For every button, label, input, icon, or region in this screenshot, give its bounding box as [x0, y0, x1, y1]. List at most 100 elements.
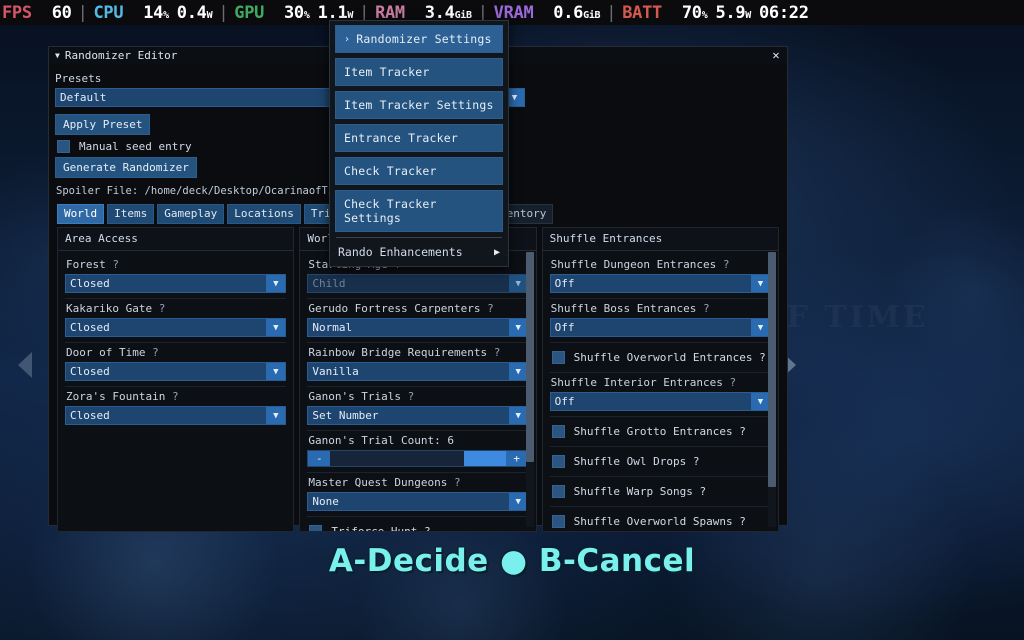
column-body: Shuffle Dungeon Entrances ? Off ▼ Shuffle B… — [543, 251, 778, 531]
select-value: Off — [554, 321, 575, 334]
scrollbar-shuffle[interactable] — [767, 252, 776, 527]
checkbox-triforce-hunt[interactable] — [309, 525, 323, 531]
field-shuffle-interior-entrances: Shuffle Interior Entrances ? Off ▼ — [549, 373, 771, 417]
tab-world[interactable]: World — [57, 204, 105, 224]
select-master-quest-dungeons[interactable]: None ▼ — [307, 492, 529, 511]
chevron-down-icon[interactable]: ▼ — [266, 275, 286, 292]
menu-item-check-tracker[interactable]: Check Tracker — [335, 157, 503, 185]
slider-track[interactable] — [330, 451, 506, 466]
select-ganon-s-trials[interactable]: Set Number ▼ — [307, 406, 529, 425]
select-shuffle-dungeon-entrances[interactable]: Off ▼ — [549, 274, 771, 293]
hud-unit: W — [347, 9, 354, 21]
select-door-of-time[interactable]: Closed ▼ — [65, 362, 287, 381]
checkbox-row-triforce-hunt[interactable]: Triforce Hunt ? — [309, 525, 528, 531]
select-value: Set Number — [312, 409, 379, 422]
prev-page-arrow-icon[interactable] — [18, 352, 32, 378]
tab-items[interactable]: Items — [107, 204, 155, 224]
help-icon[interactable]: ? — [152, 346, 159, 359]
help-icon[interactable]: ? — [494, 346, 501, 359]
hud-value: 14 — [143, 2, 164, 23]
field-shuffle-warp-songs: Shuffle Warp Songs ? — [549, 477, 771, 507]
help-icon[interactable]: ? — [172, 390, 179, 403]
menu-item-randomizer-settings[interactable]: › Randomizer Settings — [335, 25, 503, 53]
hud-item: BATT 70% — [622, 2, 708, 23]
hud-value: 60 — [51, 2, 72, 23]
checkbox-shuffle-warp-songs[interactable] — [551, 485, 565, 498]
menu-item-label: Randomizer Settings — [356, 32, 492, 46]
help-icon[interactable]: ? — [693, 455, 700, 468]
select-rainbow-bridge-requirements[interactable]: Vanilla ▼ — [307, 362, 529, 381]
chevron-down-icon[interactable]: ▼ — [266, 363, 286, 380]
scrollbar-thumb[interactable] — [525, 252, 534, 462]
menu-item-item-tracker-settings[interactable]: Item Tracker Settings — [335, 91, 503, 119]
help-icon[interactable]: ? — [112, 258, 119, 271]
checkbox-row-shuffle-grotto-entrances[interactable]: Shuffle Grotto Entrances ? — [551, 425, 771, 438]
hud-value: 30 — [283, 2, 304, 23]
chevron-right-icon: ▶ — [493, 246, 500, 258]
slider-label: Ganon's Trial Count: 6 — [308, 434, 455, 447]
select-value: None — [312, 495, 339, 508]
select-gerudo-fortress-carpenters[interactable]: Normal ▼ — [307, 318, 529, 337]
select-forest[interactable]: Closed ▼ — [65, 274, 287, 293]
help-icon[interactable]: ? — [723, 258, 730, 271]
select-shuffle-boss-entrances[interactable]: Off ▼ — [549, 318, 771, 337]
column-title: Shuffle Entrances — [542, 228, 778, 251]
generate-randomizer-button[interactable]: Generate Randomizer — [55, 157, 197, 178]
randomizer-dropdown-menu[interactable]: › Randomizer Settings Item Tracker Item Tra… — [329, 20, 509, 267]
hud-unit: GiB — [583, 9, 601, 21]
checkbox-shuffle-overworld-spawns[interactable] — [551, 515, 565, 528]
select-value: Off — [554, 277, 575, 290]
help-icon[interactable]: ? — [487, 302, 494, 315]
slider-handle[interactable] — [463, 451, 506, 466]
tab-gameplay[interactable]: Gameplay — [157, 204, 225, 224]
apply-preset-button[interactable]: Apply Preset — [55, 114, 151, 135]
checkbox-row-shuffle-warp-songs[interactable]: Shuffle Warp Songs ? — [551, 485, 771, 498]
help-icon[interactable]: ? — [759, 351, 766, 364]
hud-label: BATT — [622, 2, 662, 23]
menu-item-item-tracker[interactable]: Item Tracker — [335, 58, 503, 86]
help-icon[interactable]: ? — [159, 302, 166, 315]
help-icon[interactable]: ? — [424, 525, 431, 531]
slider-ganon-s-trial-count-6[interactable]: - + — [307, 450, 529, 467]
button-hint-text: A-Decide ● B-Cancel — [328, 543, 696, 579]
tab-locations[interactable]: Locations — [227, 204, 301, 224]
scrollbar-world[interactable] — [525, 252, 534, 527]
select-starting-age[interactable]: Child ▼ — [307, 274, 529, 293]
help-icon[interactable]: ? — [700, 485, 707, 498]
close-icon[interactable]: ✕ — [770, 49, 782, 62]
checkbox-row-shuffle-overworld-entrances[interactable]: Shuffle Overworld Entrances ? — [551, 351, 771, 364]
help-icon[interactable]: ? — [703, 302, 710, 315]
field-label: Gerudo Fortress Carpenters ? — [308, 302, 494, 315]
select-kakariko-gate[interactable]: Closed ▼ — [65, 318, 287, 337]
checkbox-shuffle-owl-drops[interactable] — [551, 455, 565, 468]
field-label: Zora's Fountain ? — [66, 390, 179, 403]
slider-increment-button[interactable]: + — [505, 451, 528, 466]
checkbox-row-shuffle-overworld-spawns[interactable]: Shuffle Overworld Spawns ? — [551, 515, 771, 528]
help-icon[interactable]: ? — [739, 425, 746, 438]
field-gerudo-fortress-carpenters: Gerudo Fortress Carpenters ? Normal ▼ — [307, 299, 529, 343]
chevron-down-icon[interactable]: ▼ — [266, 319, 286, 336]
checkbox-shuffle-grotto-entrances[interactable] — [551, 425, 565, 438]
chevron-down-icon[interactable]: ▼ — [266, 407, 286, 424]
menu-item-entrance-tracker[interactable]: Entrance Tracker — [335, 124, 503, 152]
checkbox-shuffle-overworld-entrances[interactable] — [551, 351, 565, 364]
menu-item-check-tracker-settings[interactable]: Check Tracker Settings — [335, 190, 503, 232]
scrollbar-thumb[interactable] — [767, 252, 776, 487]
select-shuffle-interior-entrances[interactable]: Off ▼ — [549, 392, 771, 411]
field-rainbow-bridge-requirements: Rainbow Bridge Requirements ? Vanilla ▼ — [307, 343, 529, 387]
help-icon[interactable]: ? — [454, 476, 461, 489]
checkbox-row-shuffle-owl-drops[interactable]: Shuffle Owl Drops ? — [551, 455, 771, 468]
manual-seed-checkbox[interactable] — [57, 140, 70, 153]
help-icon[interactable]: ? — [729, 376, 736, 389]
hud-unit: W — [206, 9, 213, 21]
field-shuffle-dungeon-entrances: Shuffle Dungeon Entrances ? Off ▼ — [549, 255, 771, 299]
help-icon[interactable]: ? — [408, 390, 415, 403]
screen-root: LEGEND OF OCARINA OF TIME RANDOMIZER Ple… — [0, 0, 1024, 640]
menu-item-rando-enhancements[interactable]: Rando Enhancements ▶ — [335, 242, 503, 263]
help-icon[interactable]: ? — [739, 515, 746, 528]
field-ganon-s-trial-count-6: Ganon's Trial Count: 6- + — [307, 431, 529, 473]
slider-decrement-button[interactable]: - — [308, 451, 331, 466]
field-label: Shuffle Dungeon Entrances ? — [550, 258, 730, 271]
collapse-caret-icon[interactable]: ▼ — [55, 51, 60, 60]
select-zora-s-fountain[interactable]: Closed ▼ — [65, 406, 287, 425]
